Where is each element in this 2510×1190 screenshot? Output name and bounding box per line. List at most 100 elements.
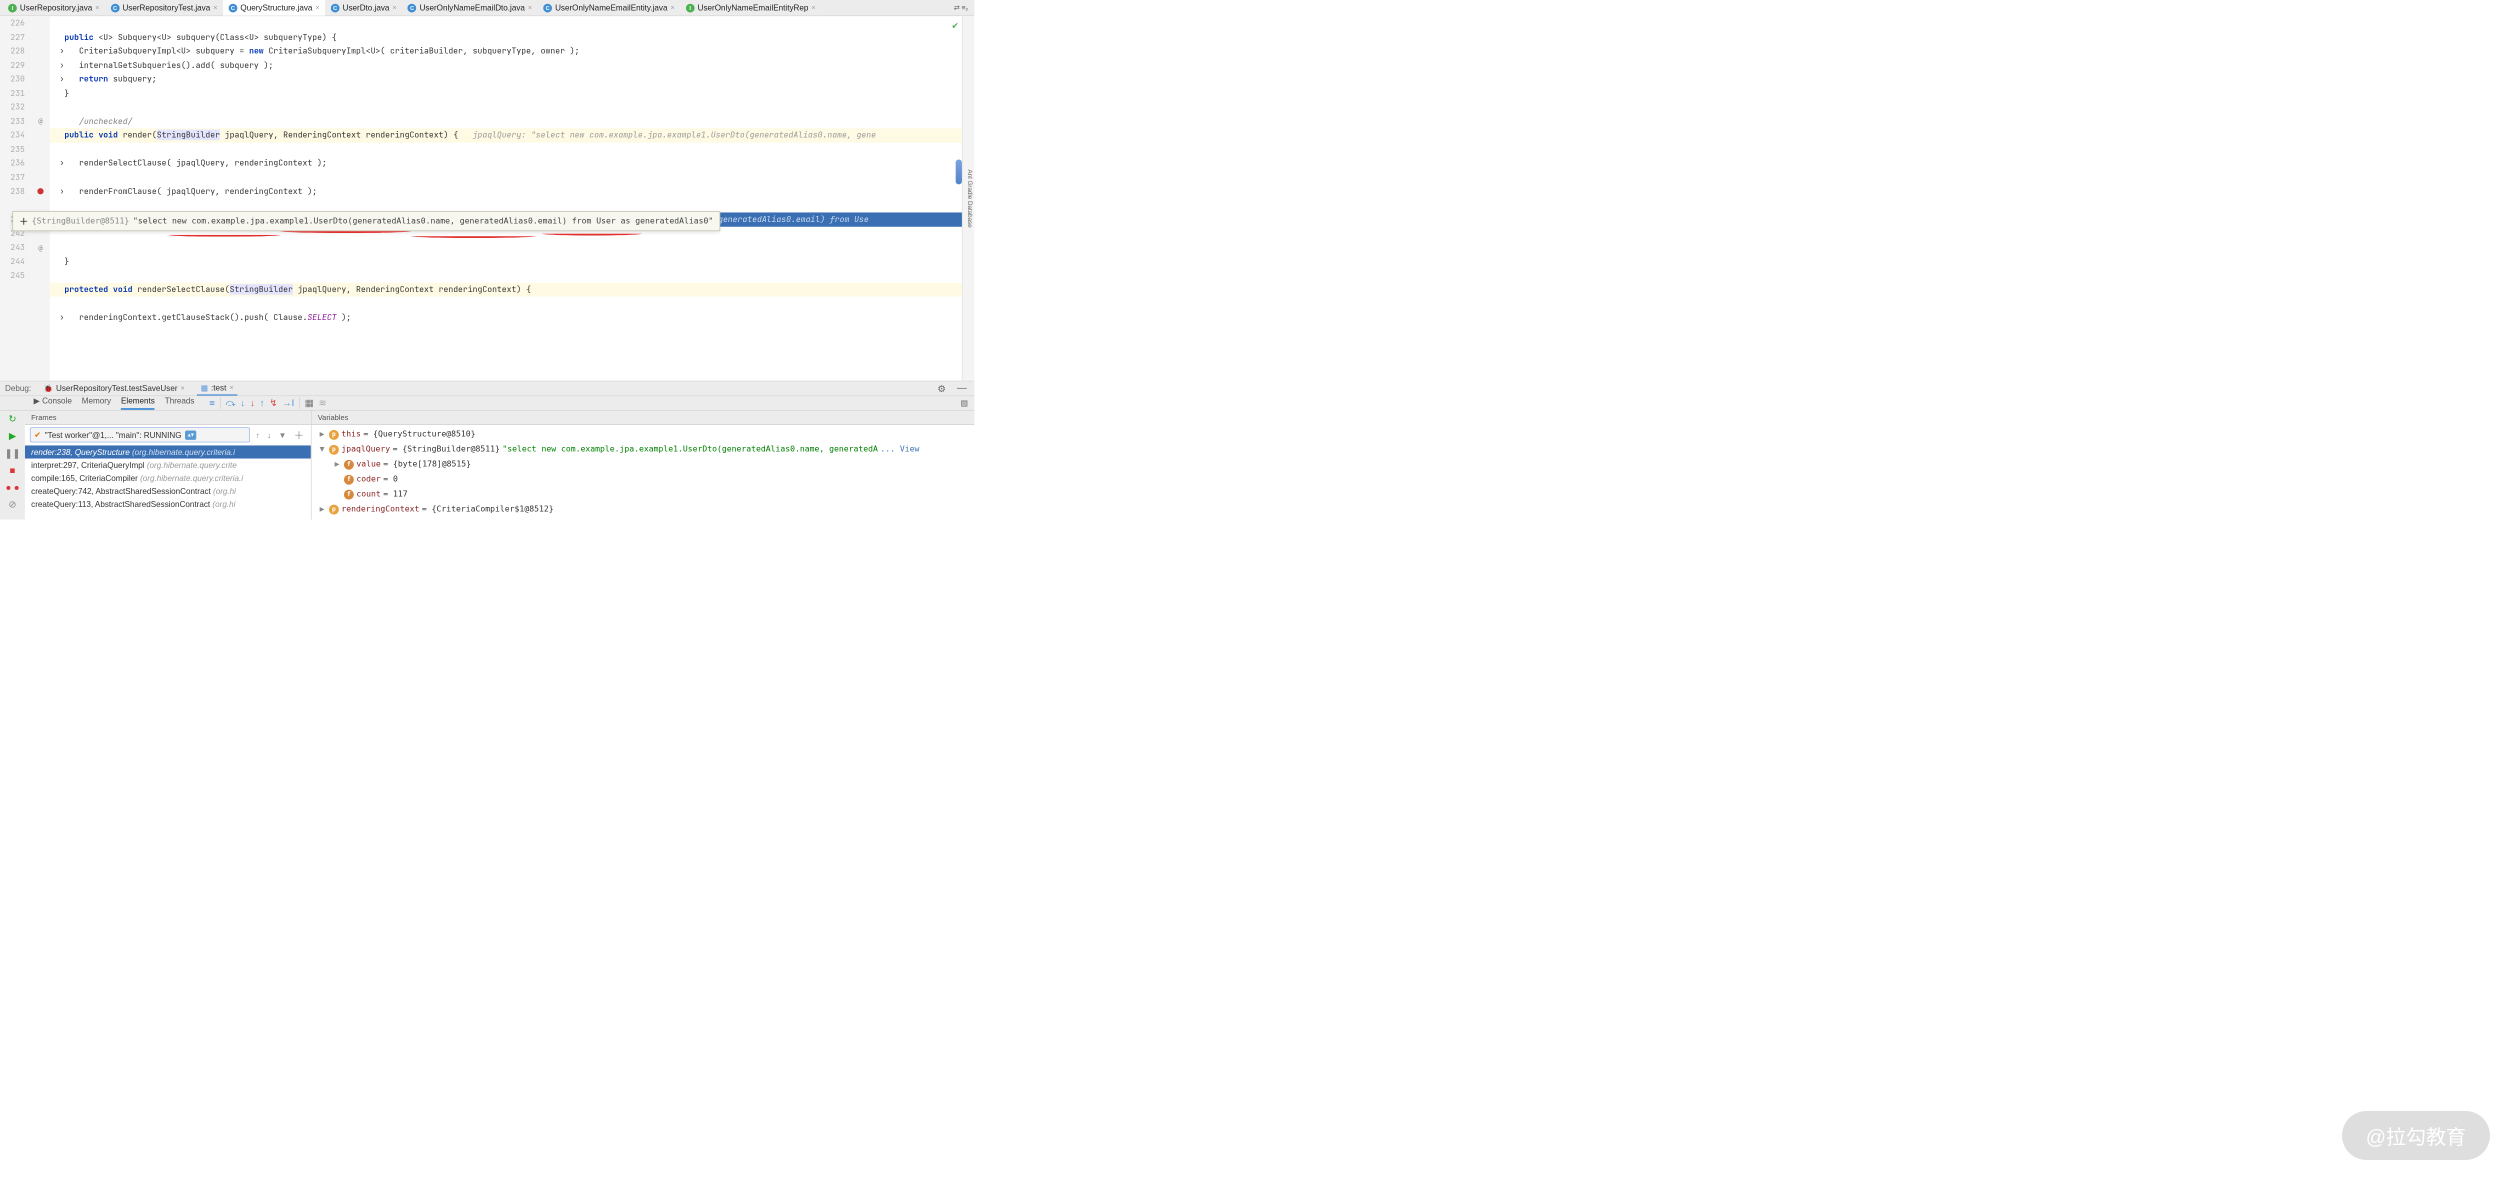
file-type-icon: C <box>331 3 340 12</box>
minimize-icon[interactable]: — <box>954 383 969 394</box>
variable-row[interactable]: ▼p jpaqlQuery = {StringBuilder@8511} "se… <box>318 442 968 457</box>
close-icon[interactable]: × <box>393 4 397 11</box>
check-icon: ✔ <box>34 430 41 440</box>
tab-label: :test <box>211 383 226 392</box>
memory-tab[interactable]: Memory <box>82 396 111 410</box>
var-kind-icon: f <box>344 490 354 500</box>
tree-toggle-icon[interactable]: ▼ <box>318 442 327 457</box>
thread-select[interactable]: ✔ "Test worker"@1,... "main": RUNNING ▴▾ <box>30 427 250 442</box>
file-type-icon: C <box>111 3 120 12</box>
step-out-icon[interactable]: ↑ <box>260 398 265 409</box>
debug-body: ↻ ▶ ❚❚ ■ ● ● ⊘ Frames ✔ "Test worker"@1,… <box>0 411 974 520</box>
close-icon[interactable]: × <box>95 4 99 11</box>
console-tab[interactable]: ▶ Console <box>34 396 72 410</box>
evaluate-icon[interactable]: ▦ <box>305 397 314 408</box>
stack-frame[interactable]: interpret:297, CriteriaQueryImpl (org.hi… <box>25 459 311 472</box>
variable-row[interactable]: f coder = 0 <box>318 472 968 487</box>
breakpoint-icon[interactable] <box>37 188 43 194</box>
tab-text: Console <box>42 396 72 405</box>
tab-label: UserOnlyNameEmailEntityRep <box>698 3 809 12</box>
filter-icon[interactable]: ▼ <box>277 430 289 439</box>
mute-breakpoints-icon[interactable]: ⊘ <box>9 499 17 510</box>
force-step-into-icon[interactable]: ↓ <box>250 398 255 409</box>
run-to-cursor-icon[interactable]: →I <box>282 398 294 409</box>
layout-icon[interactable]: ▤ <box>954 398 974 408</box>
annotation-underline <box>280 229 411 233</box>
comment: /unchecked/ <box>64 116 132 127</box>
close-icon[interactable]: × <box>181 385 185 392</box>
variable-list[interactable]: ▶p this = {QueryStructure@8510}▼p jpaqlQ… <box>312 425 975 520</box>
variable-row[interactable]: f count = 117 <box>318 487 968 502</box>
debug-side-controls: ↻ ▶ ❚❚ ■ ● ● ⊘ <box>0 411 25 520</box>
show-exec-icon[interactable]: ≡ <box>209 398 214 409</box>
pause-icon[interactable]: ❚❚ <box>5 448 21 459</box>
debug-run-tab[interactable]: ▦:test × <box>197 381 237 395</box>
view-breakpoints-icon[interactable]: ● ● <box>6 482 20 493</box>
rerun-icon[interactable]: ↻ <box>9 413 17 424</box>
tree-toggle-icon[interactable]: ▶ <box>318 427 327 442</box>
step-over-icon[interactable]: ⤼ <box>225 398 235 409</box>
file-tab[interactable]: CUserDto.java× <box>325 0 402 16</box>
check-icon: ✔ <box>952 19 958 33</box>
next-frame-icon[interactable]: ↓ <box>265 430 273 439</box>
tooltip-type: {StringBuilder@8511} <box>32 216 130 225</box>
trace-icon[interactable]: ≋ <box>319 397 327 408</box>
frames-heading: Frames <box>25 411 311 425</box>
elements-tab[interactable]: Elements <box>121 396 155 410</box>
type-ref: StringBuilder <box>157 130 220 141</box>
scrollbar-thumb[interactable] <box>956 159 962 184</box>
drop-frame-icon[interactable]: ↯ <box>269 397 277 408</box>
gutter-marks: @ @ <box>31 16 50 380</box>
tooltip-text: "select new com.example.jpa.example1.Use… <box>133 216 713 225</box>
threads-tab[interactable]: Threads <box>165 396 195 410</box>
close-icon[interactable]: × <box>213 4 217 11</box>
watermark: @拉勾教育 <box>2342 1111 2490 1160</box>
close-icon[interactable]: × <box>229 384 233 391</box>
file-tab[interactable]: CUserRepositoryTest.java× <box>105 0 223 16</box>
debug-view-tabs: ▶ Console Memory Elements Threads <box>25 396 203 410</box>
step-into-icon[interactable]: ↓ <box>240 398 245 409</box>
variable-row[interactable]: ▶f value = {byte[178]@8515} <box>318 457 968 472</box>
tree-toggle-icon[interactable] <box>333 487 342 502</box>
stack-frame[interactable]: createQuery:113, AbstractSharedSessionCo… <box>25 498 311 511</box>
annotation-underline <box>542 232 642 236</box>
file-tab[interactable]: CQueryStructure.java× <box>223 0 325 16</box>
stack-frame[interactable]: createQuery:742, AbstractSharedSessionCo… <box>25 485 311 498</box>
file-tab[interactable]: CUserOnlyNameEmailEntity.java× <box>538 0 681 16</box>
code-content[interactable]: public <U> Subquery<U> subquery(Class<U>… <box>50 16 962 380</box>
dropdown-icon[interactable]: ▴▾ <box>185 430 196 439</box>
type-ref: StringBuilder <box>230 284 293 295</box>
resume-icon[interactable]: ▶ <box>9 430 16 441</box>
debug-toolbar: ▶ Console Memory Elements Threads ≡ ⤼ ↓ … <box>0 396 974 410</box>
tab-label: UserRepositoryTest.java <box>122 3 210 12</box>
add-icon[interactable]: ＋ <box>292 427 306 442</box>
stack-frame[interactable]: render:238, QueryStructure (org.hibernat… <box>25 445 311 458</box>
tree-toggle-icon[interactable]: ▶ <box>333 457 342 472</box>
right-toolbar[interactable]: Ant Gradle Database <box>962 16 974 380</box>
line-gutter: 226227228229230231232233234235236237238 … <box>0 16 31 380</box>
debug-run-tab[interactable]: 🐞UserRepositoryTest.testSaveUser × <box>40 382 189 395</box>
tree-toggle-icon[interactable]: ▶ <box>318 502 327 517</box>
tab-overflow-icon[interactable]: ⇄ ≡₂ <box>950 4 972 12</box>
frame-list[interactable]: render:238, QueryStructure (org.hibernat… <box>25 445 311 510</box>
variable-row[interactable]: ▶p renderingContext = {CriteriaCompiler$… <box>318 502 968 517</box>
gear-icon[interactable]: ⚙ <box>937 383 945 394</box>
stack-frame[interactable]: compile:165, CriteriaCompiler (org.hiber… <box>25 472 311 485</box>
variable-row[interactable]: ▶p this = {QueryStructure@8510} <box>318 427 968 442</box>
file-tab[interactable]: IUserRepository.java× <box>2 0 105 16</box>
close-icon[interactable]: × <box>811 4 815 11</box>
close-icon[interactable]: × <box>671 4 675 11</box>
close-icon[interactable]: × <box>316 4 320 11</box>
file-tab[interactable]: IUserOnlyNameEmailEntityRep× <box>680 0 821 16</box>
tab-label: UserOnlyNameEmailEntity.java <box>555 3 667 12</box>
const: SELECT <box>307 312 336 323</box>
tree-toggle-icon[interactable] <box>333 472 342 487</box>
prev-frame-icon[interactable]: ↑ <box>254 430 262 439</box>
var-kind-icon: p <box>329 445 339 455</box>
plus-icon[interactable]: ＋ <box>19 215 28 227</box>
stop-icon[interactable]: ■ <box>10 465 16 476</box>
file-type-icon: C <box>229 3 238 12</box>
view-link[interactable]: ... View <box>880 442 919 457</box>
close-icon[interactable]: × <box>528 4 532 11</box>
file-tab[interactable]: CUserOnlyNameEmailDto.java× <box>402 0 538 16</box>
